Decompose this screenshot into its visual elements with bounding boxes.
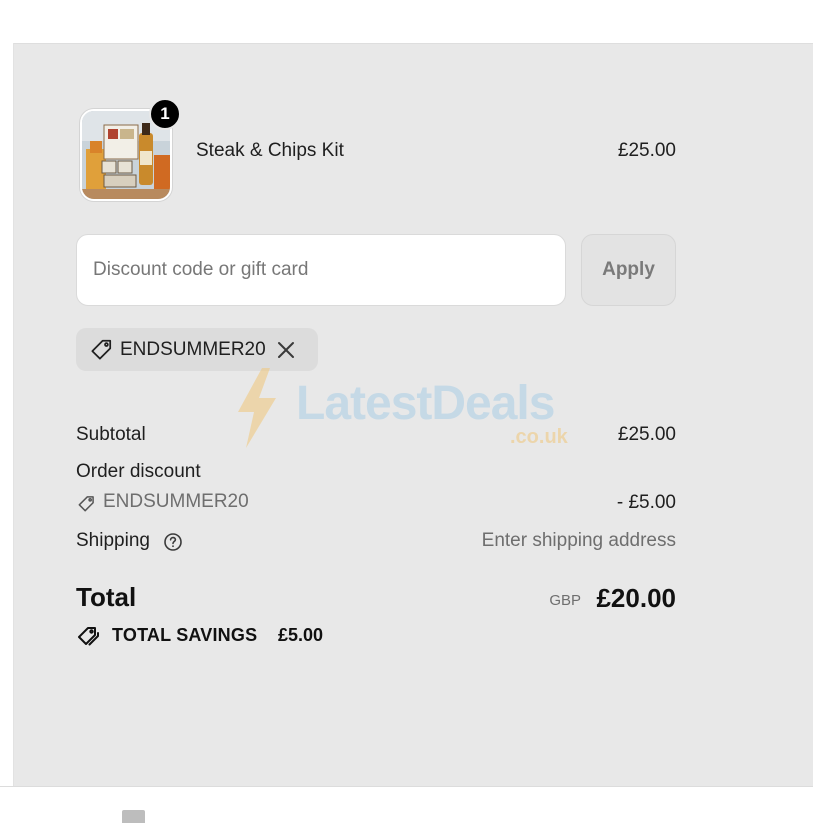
currency-code: GBP [549, 592, 581, 609]
apply-discount-button[interactable]: Apply [581, 234, 676, 306]
subtotal-label: Subtotal [76, 424, 146, 445]
total-savings-label: TOTAL SAVINGS [112, 625, 258, 645]
quantity-badge: 1 [149, 98, 181, 130]
help-icon[interactable] [163, 532, 183, 552]
main-column-edge [0, 43, 14, 786]
tag-icon [91, 339, 112, 360]
discount-code-input[interactable] [76, 234, 566, 306]
page-header-area [0, 0, 813, 43]
total-value: £20.00 [596, 583, 676, 613]
watermark-name: LatestDeals [296, 377, 555, 430]
order-discount-value: - £5.00 [616, 492, 676, 513]
watermark-suffix: .co.uk [510, 426, 568, 448]
watermark: LatestDeals .co.uk [232, 366, 592, 456]
total-savings-value: £5.00 [278, 625, 324, 645]
product-name: Steak & Chips Kit [196, 140, 344, 161]
order-discount-code: ENDSUMMER20 [103, 491, 249, 512]
savings-tag-icon [78, 627, 99, 646]
applied-discount-code: ENDSUMMER20 [120, 338, 266, 360]
close-icon [277, 341, 294, 358]
shipping-label: Shipping [76, 530, 150, 551]
product-price: £25.00 [617, 140, 676, 161]
shipping-value: Enter shipping address [481, 530, 676, 551]
subtotal-value: £25.00 [617, 424, 676, 445]
order-discount-label: Order discount [76, 461, 201, 482]
tag-icon [78, 496, 94, 512]
applied-discount-chip: ENDSUMMER20 [76, 328, 318, 371]
lightning-bolt-icon [238, 368, 276, 448]
footer-element [122, 810, 145, 823]
remove-discount-button[interactable] [274, 338, 298, 362]
total-label: Total [76, 582, 137, 612]
